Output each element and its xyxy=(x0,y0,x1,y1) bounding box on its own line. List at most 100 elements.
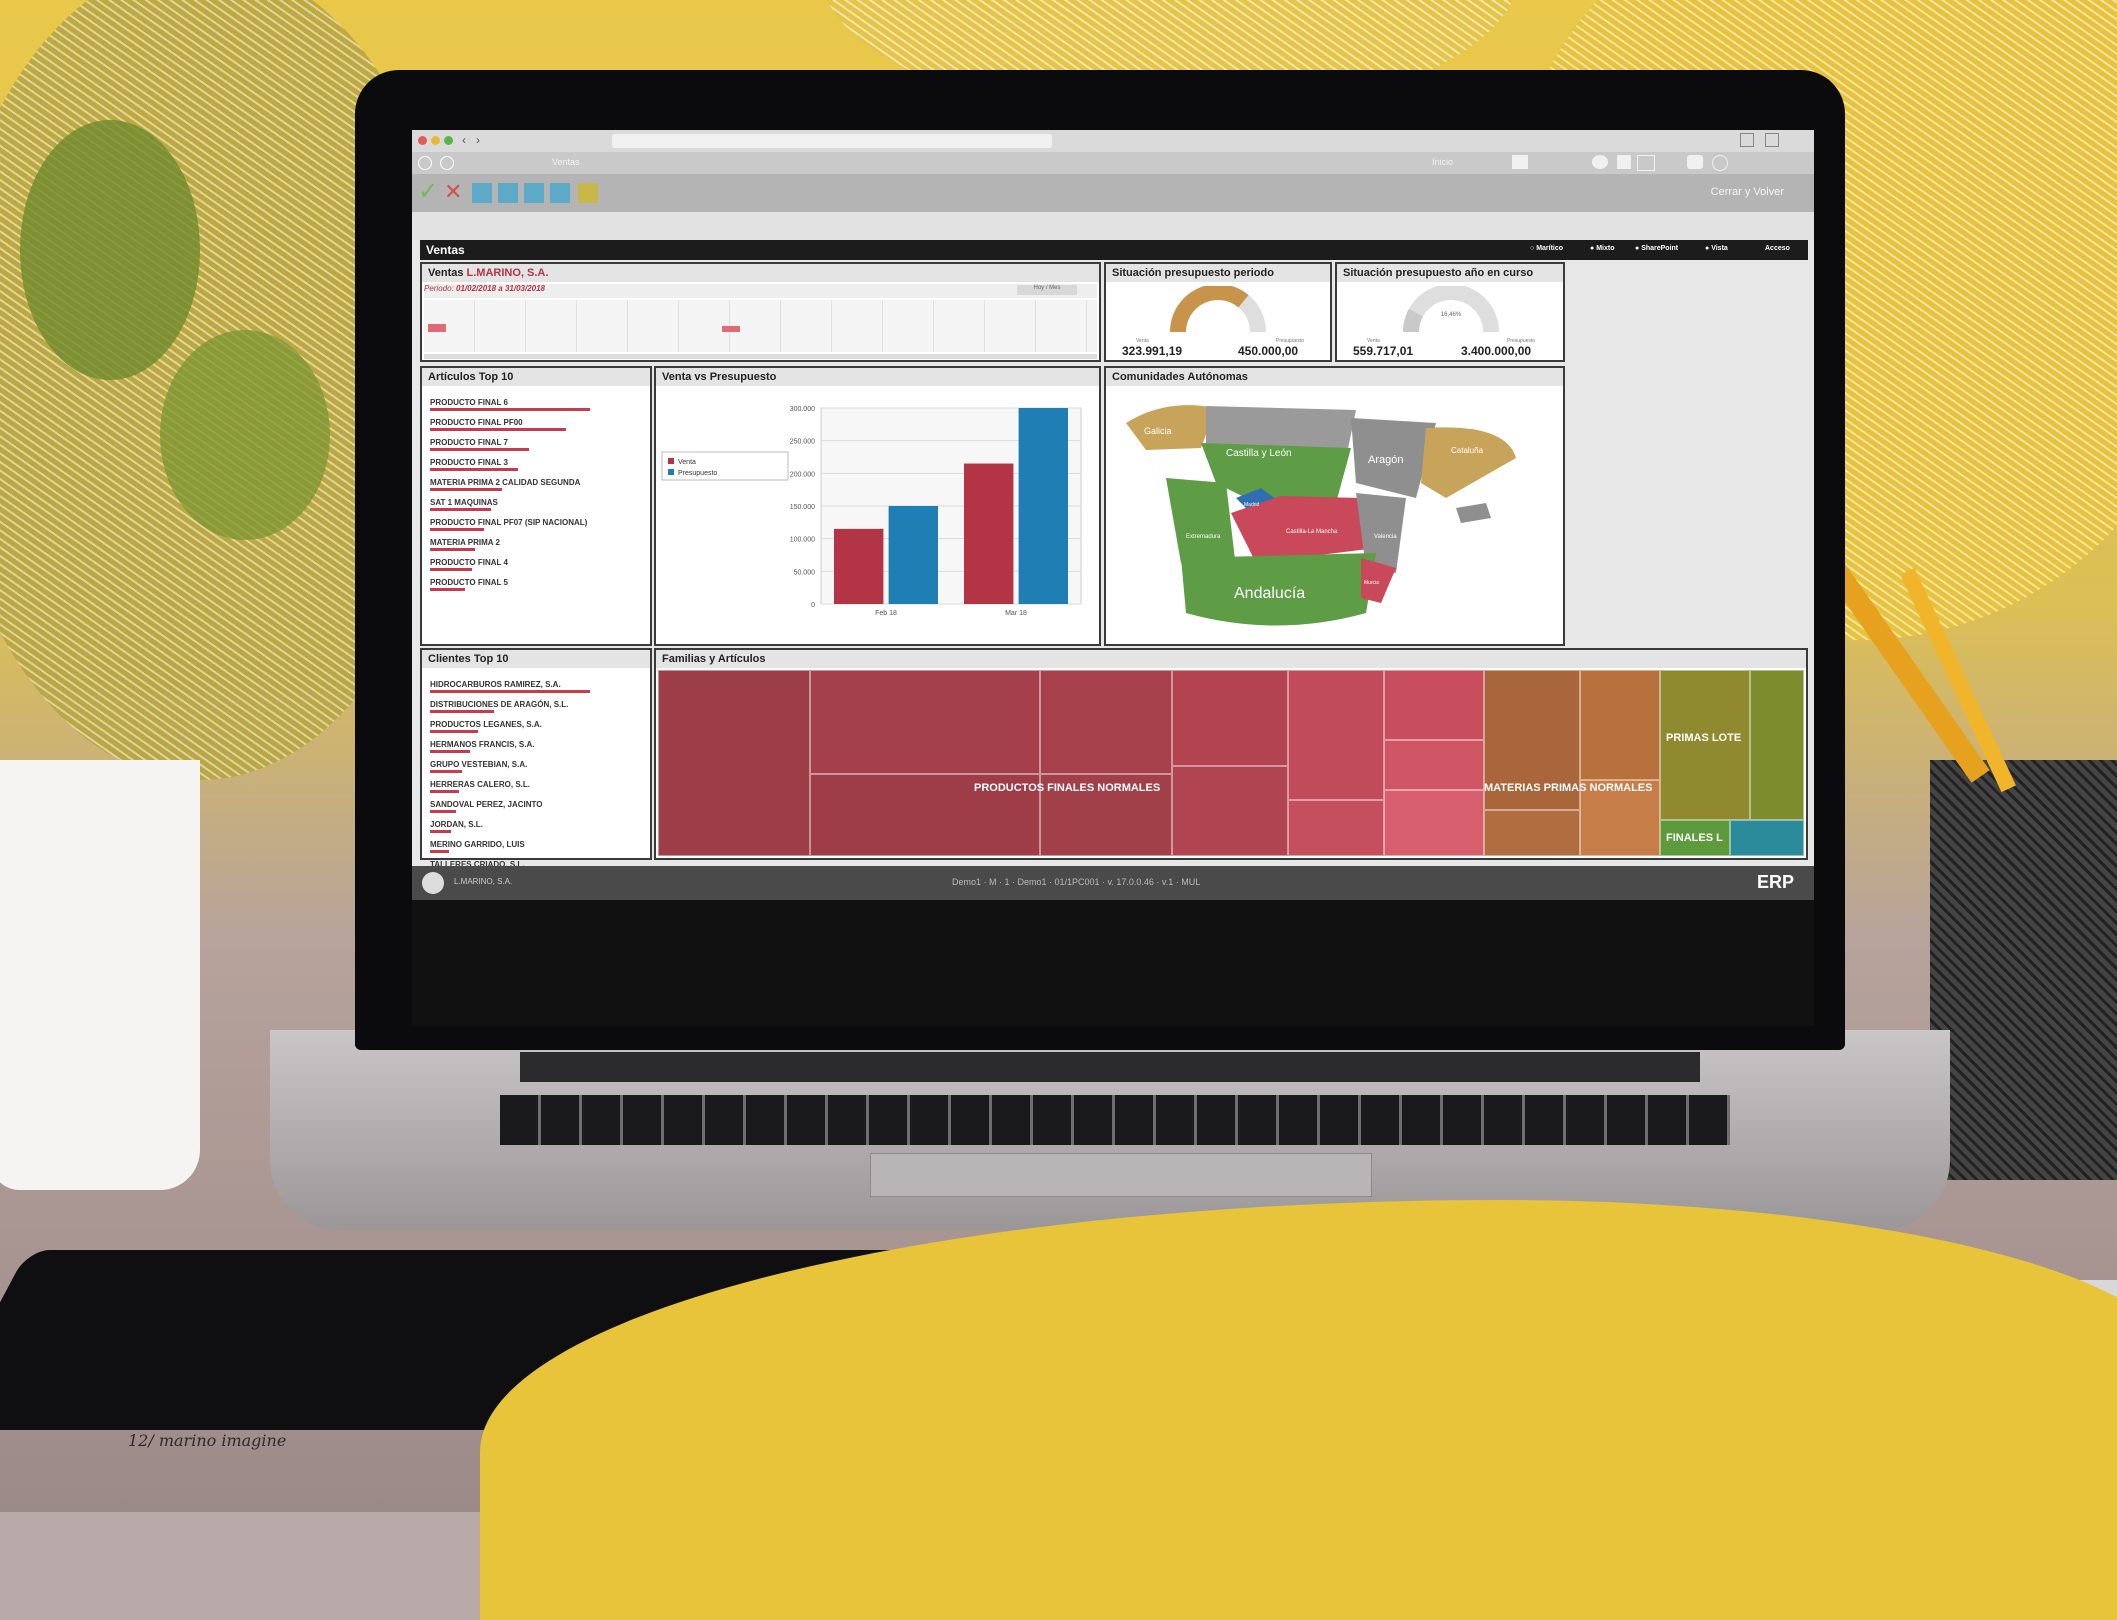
view-option-label: Vista xyxy=(1711,245,1728,252)
region-baleares[interactable] xyxy=(1456,503,1491,523)
y-tick-label: 150.000 xyxy=(790,504,815,511)
article-item[interactable]: PRODUCTO FINAL 6 xyxy=(430,398,508,407)
treemap-cell[interactable] xyxy=(1660,670,1750,820)
book-icon[interactable] xyxy=(1637,155,1655,171)
client-item[interactable]: DISTRIBUCIONES DE ARAGÓN, S.L. xyxy=(430,700,568,709)
legend-label: Presupuesto xyxy=(678,470,717,477)
client-bar xyxy=(430,710,494,713)
treemap-cell[interactable] xyxy=(1288,800,1384,856)
treemap-cell[interactable] xyxy=(1384,740,1484,790)
region-cataluna[interactable] xyxy=(1421,427,1516,498)
view-option-vista[interactable]: ● Vista xyxy=(1705,245,1728,252)
address-bar[interactable] xyxy=(612,134,1052,148)
back-icon[interactable]: ‹ xyxy=(462,133,466,147)
article-item[interactable]: PRODUCTO FINAL 3 xyxy=(430,458,508,467)
close-return-button[interactable]: Cerrar y Volver xyxy=(1711,186,1784,198)
minimize-window-icon[interactable] xyxy=(431,136,440,145)
zoom-window-icon[interactable] xyxy=(444,136,453,145)
client-item[interactable]: HIDROCARBUROS RAMIREZ, S.A. xyxy=(430,680,561,689)
sale-value: 559.717,01 xyxy=(1353,344,1414,358)
user-icon[interactable] xyxy=(1617,155,1631,169)
period-nav-button[interactable]: Hoy / Mes xyxy=(1017,285,1077,295)
article-item[interactable]: PRODUCTO FINAL PF00 xyxy=(430,418,523,427)
check-icon[interactable]: ✓ xyxy=(418,180,438,204)
treemap-cell[interactable] xyxy=(1484,810,1580,856)
export-icon[interactable] xyxy=(550,183,570,203)
client-item[interactable]: GRUPO VESTEBIAN, S.A. xyxy=(430,760,527,769)
home-link[interactable]: Inicio xyxy=(1432,157,1453,167)
view-option-mixto[interactable]: ● Mixto xyxy=(1590,245,1614,252)
sale-value: 323.991,19 xyxy=(1122,344,1183,358)
timeline-scrollbar[interactable] xyxy=(424,354,1097,359)
article-item[interactable]: PRODUCTO FINAL 7 xyxy=(430,438,508,447)
y-tick-label: 250.000 xyxy=(790,439,815,446)
article-bar xyxy=(430,528,484,531)
treemap-cell[interactable] xyxy=(1172,670,1288,766)
article-item[interactable]: PRODUCTO FINAL 4 xyxy=(430,558,508,567)
article-item[interactable]: MATERIA PRIMA 2 xyxy=(430,538,500,547)
map-label: Galicia xyxy=(1144,426,1172,436)
monitor-icon[interactable] xyxy=(1512,155,1528,169)
globe-icon[interactable] xyxy=(1592,155,1608,169)
close-window-icon[interactable] xyxy=(418,136,427,145)
cross-icon[interactable]: ✕ xyxy=(444,180,462,204)
share-icon[interactable] xyxy=(1740,133,1754,147)
sales-vs-budget-panel: Venta vs Presupuesto 0 50.000 100.000 150.0… xyxy=(654,366,1101,646)
bar-venta xyxy=(834,528,884,604)
tabs-icon[interactable] xyxy=(1765,133,1779,147)
access-button[interactable]: Acceso xyxy=(1765,245,1790,252)
spain-map: Galicia Castilla y León Aragón Cataluña … xyxy=(1126,405,1516,626)
action-bar: ✓ ✕ Cerrar y Volver xyxy=(412,174,1814,212)
laptop-screen: ‹ › Ventas Inicio ✓ ✕ Cerrar y Volver Ve… xyxy=(412,130,1814,1026)
treemap-cell[interactable] xyxy=(1580,670,1660,780)
client-item[interactable]: MERINO GARRIDO, LUIS xyxy=(430,840,525,849)
client-item[interactable]: PRODUCTOS LEGANES, S.A. xyxy=(430,720,542,729)
panel-title: Clientes Top 10 xyxy=(422,650,650,668)
period-row: Periodo: 01/02/2018 a 31/03/2018 Hoy / M… xyxy=(424,284,1097,298)
client-item[interactable]: HERRERAS CALERO, S.L. xyxy=(430,780,530,789)
treemap-cell[interactable] xyxy=(1172,766,1288,856)
treemap-cell[interactable] xyxy=(1384,790,1484,856)
print-icon[interactable] xyxy=(524,183,544,203)
region-extremadura[interactable] xyxy=(1166,478,1236,568)
treemap-cell[interactable] xyxy=(1288,670,1384,800)
treemap-cell[interactable] xyxy=(810,670,1040,774)
view-option-sharepoint[interactable]: ● SharePoint xyxy=(1635,245,1678,252)
home-icon[interactable] xyxy=(418,156,432,170)
forward-icon[interactable]: › xyxy=(476,133,480,147)
timeline-grid[interactable] xyxy=(424,300,1097,352)
client-item[interactable]: JORDAN, S.L. xyxy=(430,820,483,829)
legend-label: Venta xyxy=(678,459,696,466)
help-icon[interactable] xyxy=(1712,155,1728,171)
client-item[interactable]: SANDOVAL PEREZ, JACINTO xyxy=(430,800,542,809)
treemap-cell[interactable] xyxy=(1384,670,1484,740)
dashboard-header: Ventas ○ Marítico ● Mixto ● SharePoint ●… xyxy=(420,240,1808,260)
copy-icon[interactable] xyxy=(498,183,518,203)
back-icon[interactable] xyxy=(440,156,454,170)
article-item[interactable]: SAT 1 MAQUINAS xyxy=(430,498,498,507)
erp-brand: ERP xyxy=(1756,872,1794,892)
status-company: L.MARINO, S.A. xyxy=(454,877,513,886)
treemap-cell[interactable] xyxy=(1750,670,1804,820)
article-item[interactable]: PRODUCTO FINAL 5 xyxy=(430,578,508,587)
article-item[interactable]: MATERIA PRIMA 2 CALIDAD SEGUNDA xyxy=(430,478,580,487)
view-option-maritico[interactable]: ○ Marítico xyxy=(1530,245,1563,252)
map-label: Castilla y León xyxy=(1226,448,1292,459)
app-toolbar: Ventas Inicio xyxy=(412,152,1814,174)
company-name: L.MARINO, S.A. xyxy=(466,267,549,279)
treemap-cell[interactable] xyxy=(1730,820,1804,856)
bar-presupuesto xyxy=(888,506,938,604)
treemap-group-label: PRIMAS LOTE xyxy=(1666,732,1742,744)
bar-presupuesto xyxy=(1018,408,1068,604)
save-icon[interactable] xyxy=(472,183,492,203)
filter-icon[interactable] xyxy=(578,183,598,203)
sales-vs-budget-chart: 0 50.000 100.000 150.000 200.000 250.000 300.0… xyxy=(661,406,1082,617)
article-item[interactable]: PRODUCTO FINAL PF07 (SIP NACIONAL) xyxy=(430,518,587,527)
magazine-page-footer: 12/ marino imagine xyxy=(128,1431,287,1450)
company-logo xyxy=(422,872,444,894)
treemap-cell[interactable] xyxy=(658,670,810,856)
treemap-cell[interactable] xyxy=(1040,670,1172,774)
period-value: 01/02/2018 a 31/03/2018 xyxy=(456,284,546,293)
people-icon[interactable] xyxy=(1687,155,1703,169)
client-item[interactable]: HERMANOS FRANCIS, S.A. xyxy=(430,740,534,749)
